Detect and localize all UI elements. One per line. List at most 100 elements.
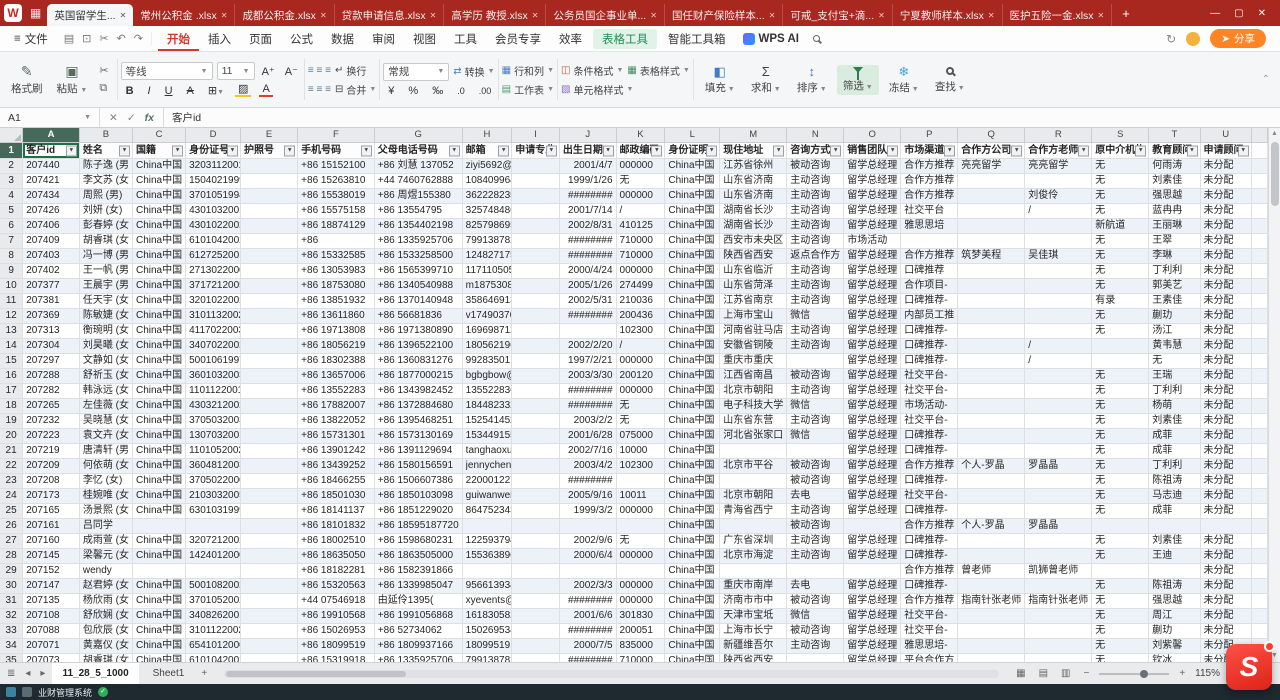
cell[interactable]: China中国 [132,294,185,309]
cell[interactable] [1092,564,1149,579]
cell[interactable]: +86 18501030 [298,489,375,504]
cell[interactable] [512,519,560,534]
cell[interactable]: 成菲 [1149,504,1200,519]
row-number[interactable]: 29 [0,564,23,579]
cell[interactable] [958,264,1025,279]
cell[interactable]: +86 18101832 [298,519,375,534]
cell[interactable]: 吴佳琪 [1025,249,1092,264]
cell[interactable] [787,354,844,369]
filter-dropdown-icon[interactable]: ▼ [706,145,717,156]
cell[interactable]: 320311200104077915 [186,159,241,174]
cell[interactable]: 未分配 [1200,579,1251,594]
cell[interactable]: China中国 [665,444,720,459]
cell[interactable]: 留学总经理 [844,279,901,294]
cell[interactable]: 000000 [616,384,665,399]
cell[interactable]: 2003/2/2 [559,414,616,429]
row-number[interactable]: 10 [0,279,23,294]
cell[interactable]: 口碑推荐- [901,339,958,354]
row-number[interactable]: 19 [0,414,23,429]
cell[interactable]: +86 18595187720 [374,519,462,534]
cell[interactable]: 罗晶晶 [1025,519,1092,534]
cell[interactable]: 207421 [23,174,80,189]
cell[interactable]: 留学总经理 [844,294,901,309]
cell[interactable]: 袁文卉 (女 [79,429,132,444]
cell[interactable] [1025,654,1092,663]
cell[interactable]: 山东省菏泽 [720,279,787,294]
fill-button[interactable]: ◧ 填充 ▼ [699,63,741,97]
cell[interactable] [1025,384,1092,399]
cell[interactable]: China中国 [665,384,720,399]
cell[interactable]: +86 18099519 [298,639,375,654]
row-number[interactable]: 15 [0,354,23,369]
cell[interactable] [1149,519,1200,534]
cell[interactable] [241,294,298,309]
document-tab[interactable]: 贷款申请信息.xlsx✕ [335,4,445,26]
cell[interactable]: 未分配 [1200,384,1251,399]
cell[interactable]: 留学总经理 [844,249,901,264]
freeze-button[interactable]: ❄ 冻结 ▼ [883,63,925,97]
row-number[interactable]: 35 [0,654,23,663]
cell[interactable]: 陕西省西安 [720,654,787,663]
cell[interactable]: China中国 [665,564,720,579]
cell[interactable]: 主动咨询 [787,279,844,294]
cell[interactable]: +86 18182281 [298,564,375,579]
cell[interactable]: 207282 [23,384,80,399]
cell[interactable] [1025,444,1092,459]
convert-button[interactable]: ⇄ 转换 ▼ [453,64,494,79]
cell[interactable]: 口碑推荐- [901,324,958,339]
cell[interactable] [241,369,298,384]
cell[interactable]: 主动咨询 [787,324,844,339]
sheet-tab-active[interactable]: 11_28_5_1000 [52,663,138,685]
cell[interactable]: 李忆 (女) [79,474,132,489]
cell[interactable]: 358646913138519326 [462,294,512,309]
menu-item-开始[interactable]: 开始 [158,26,199,51]
cell[interactable] [958,534,1025,549]
cell[interactable]: 2002/5/31 [559,294,616,309]
cell[interactable]: 成雨萱 (女 [79,534,132,549]
cell[interactable] [512,399,560,414]
column-header-H[interactable]: H [462,128,512,143]
column-header-T[interactable]: T [1149,128,1200,143]
header-cell-U[interactable]: 申请顾问▼ [1200,143,1251,159]
cell[interactable]: +86 1573130169 [374,429,462,444]
cell[interactable]: China中国 [132,429,185,444]
menu-item-表格工具[interactable]: 表格工具 [593,29,657,49]
cell[interactable] [512,279,560,294]
cell[interactable]: 雅思思培 [901,219,958,234]
cell[interactable]: 口碑推荐 [901,264,958,279]
cell[interactable]: 舒欣娴 (女 [79,609,132,624]
cell[interactable] [512,564,560,579]
menu-item-视图[interactable]: 视图 [404,26,445,51]
cell[interactable]: 320721200209060081 [186,534,241,549]
cell[interactable]: 310112200212255069 [186,624,241,639]
horizontal-scroll-thumb[interactable] [226,671,406,677]
cell[interactable]: 155363896155363896( [462,549,512,564]
cell[interactable]: 161830582665398786 [462,609,512,624]
cell[interactable]: China中国 [132,549,185,564]
filter-dropdown-icon[interactable]: ▼ [1187,145,1198,156]
close-tab-icon[interactable]: ✕ [878,11,885,20]
cell[interactable]: China中国 [132,219,185,234]
cell[interactable]: 207434 [23,189,80,204]
cell[interactable]: +86 1565399710 [374,264,462,279]
cell[interactable]: 被动咨询 [787,474,844,489]
cell[interactable]: China中国 [132,204,185,219]
cell[interactable]: 无 [616,414,665,429]
cell[interactable]: 合作方推荐 [901,594,958,609]
cell[interactable]: 825798695XXX@163.c [462,219,512,234]
cell[interactable]: 主动咨询 [787,339,844,354]
cell[interactable]: v17490376chenxinyur [462,309,512,324]
cell[interactable]: 32010220020531242X [186,294,241,309]
cell[interactable]: 汤江 [1149,324,1200,339]
cell[interactable]: 无 [1092,249,1149,264]
cell[interactable]: 207161 [23,519,80,534]
cell[interactable]: +86 19910568 [298,609,375,624]
row-number[interactable]: 21 [0,444,23,459]
cell[interactable]: 留学总经理 [844,324,901,339]
header-cell-H[interactable]: 邮箱▼ [462,143,512,159]
cell[interactable]: 未分配 [1200,609,1251,624]
cell[interactable]: 广东省深圳 [720,534,787,549]
cell[interactable]: China中国 [132,489,185,504]
cell[interactable]: 山东省临沂 [720,264,787,279]
row-number[interactable]: 17 [0,384,23,399]
